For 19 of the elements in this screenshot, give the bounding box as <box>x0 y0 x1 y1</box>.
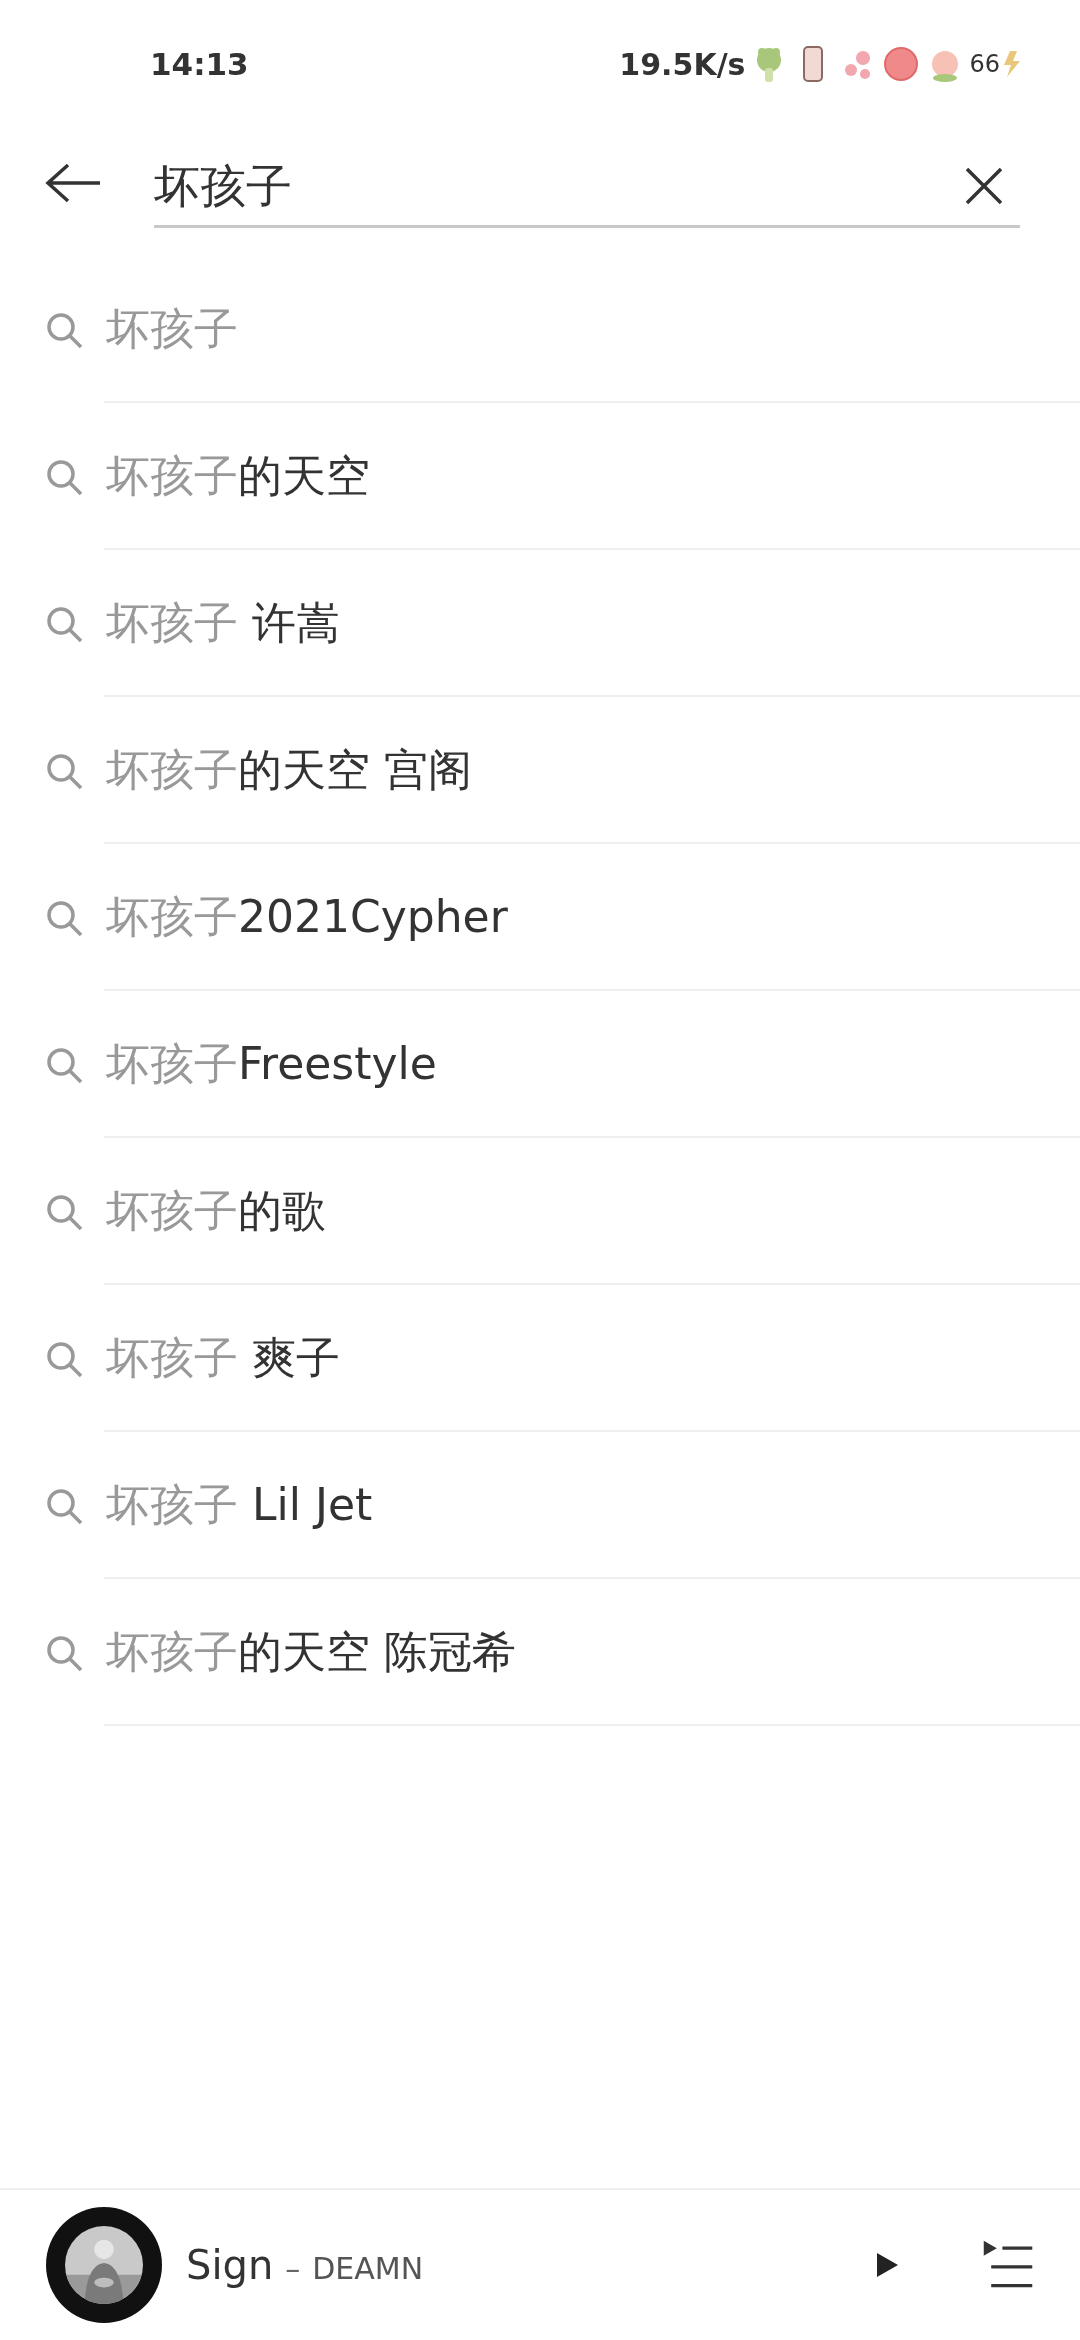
separator: – <box>285 2251 301 2286</box>
suggestion-item[interactable]: 坏孩子的天空 陈冠希 <box>0 1579 1080 1726</box>
suggestion-item[interactable]: 坏孩子的天空 宫阁 <box>0 697 1080 844</box>
battery-level: 66 <box>969 50 1000 78</box>
suggestion-item[interactable]: 坏孩子的天空 <box>0 403 1080 550</box>
suggestion-item[interactable]: 坏孩子的歌 <box>0 1138 1080 1285</box>
suggestion-item[interactable]: 坏孩子Freestyle <box>0 991 1080 1138</box>
status-time: 14:13 <box>150 46 249 82</box>
suggestion-item[interactable]: 坏孩子 爽子 <box>0 1285 1080 1432</box>
clear-icon[interactable] <box>964 166 1004 206</box>
network-speed: 19.5K/s <box>619 46 746 82</box>
search-field[interactable]: 坏孩子 <box>154 148 1020 228</box>
song-title: Sign <box>186 2242 274 2288</box>
suggestion-item[interactable]: 坏孩子 许嵩 <box>0 550 1080 697</box>
suggestion-item[interactable]: 坏孩子2021Cypher <box>0 844 1080 991</box>
charging-icon <box>1004 51 1020 77</box>
mini-player[interactable]: Sign – DEAMN <box>0 2188 1080 2340</box>
artist-name: DEAMN <box>312 2251 424 2286</box>
suggestion-item[interactable]: 坏孩子 Lil Jet <box>0 1432 1080 1579</box>
